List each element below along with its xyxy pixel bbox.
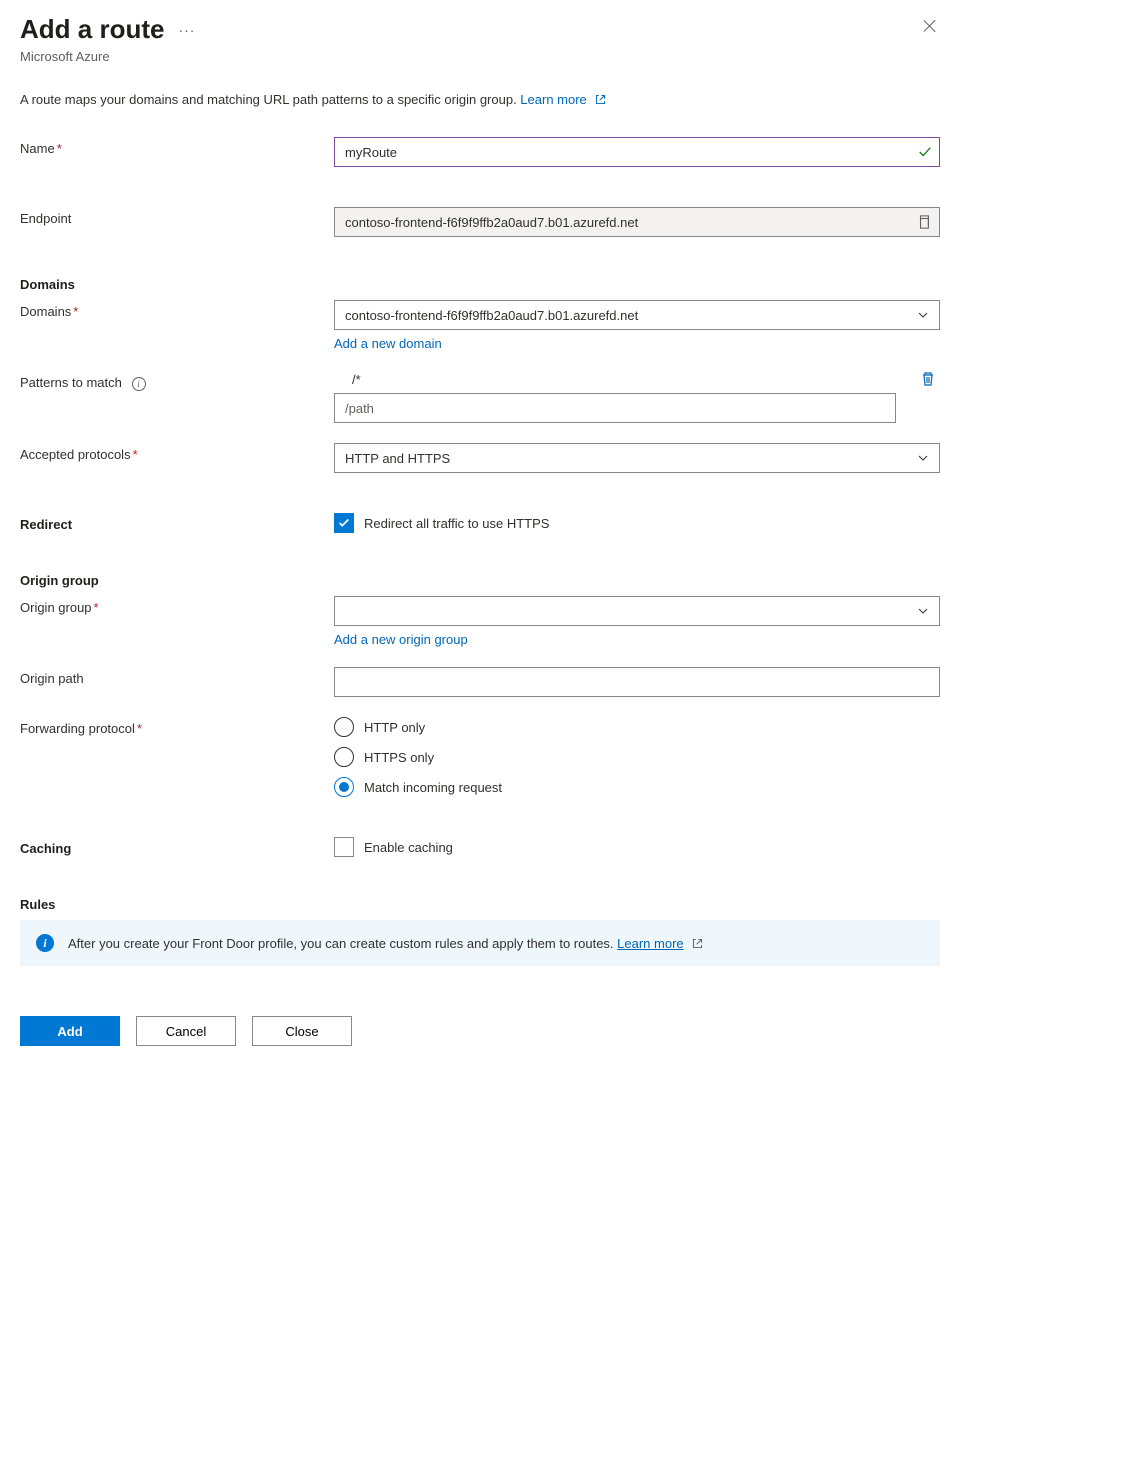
origin-section-title: Origin group xyxy=(20,573,940,588)
protocols-row: Accepted protocols* HTTP and HTTPS xyxy=(20,443,940,473)
chevron-down-icon xyxy=(917,452,929,464)
name-input[interactable] xyxy=(334,137,940,167)
panel-header: Add a route ··· Microsoft Azure xyxy=(20,14,940,64)
origin-path-label: Origin path xyxy=(20,671,84,686)
delete-icon[interactable] xyxy=(920,371,936,387)
endpoint-field: contoso-frontend-f6f9f9ffb2a0aud7.b01.az… xyxy=(334,207,940,237)
patterns-label: Patterns to match xyxy=(20,375,122,390)
learn-more-link[interactable]: Learn more xyxy=(520,92,607,107)
radio-icon xyxy=(334,777,354,797)
protocols-label: Accepted protocols xyxy=(20,447,131,462)
info-icon[interactable]: i xyxy=(132,377,146,391)
forwarding-radio-http[interactable]: HTTP only xyxy=(334,717,940,737)
redirect-https-checkbox[interactable] xyxy=(334,513,354,533)
radio-icon xyxy=(334,747,354,767)
chevron-down-icon xyxy=(917,309,929,321)
endpoint-label: Endpoint xyxy=(20,211,71,226)
external-link-icon xyxy=(594,93,607,106)
footer: Add Cancel Close xyxy=(20,1016,940,1066)
rules-section-title: Rules xyxy=(20,897,940,912)
caching-row: Caching Enable caching xyxy=(20,837,940,857)
name-row: Name* xyxy=(20,137,940,167)
forwarding-radio-match[interactable]: Match incoming request xyxy=(334,777,940,797)
redirect-row: Redirect Redirect all traffic to use HTT… xyxy=(20,513,940,533)
panel-subtitle: Microsoft Azure xyxy=(20,49,940,64)
domains-row: Domains* contoso-frontend-f6f9f9ffb2a0au… xyxy=(20,300,940,351)
origin-path-input[interactable] xyxy=(334,667,940,697)
origin-group-row: Origin group* Add a new origin group xyxy=(20,596,940,647)
patterns-row: Patterns to match i /* xyxy=(20,371,940,423)
add-origin-group-link[interactable]: Add a new origin group xyxy=(334,632,940,647)
origin-path-row: Origin path xyxy=(20,667,940,697)
caching-section-title: Caching xyxy=(20,841,71,856)
rules-learn-more-link[interactable]: Learn more xyxy=(617,936,683,951)
add-domain-link[interactable]: Add a new domain xyxy=(334,336,940,351)
info-badge-icon: i xyxy=(36,934,54,952)
intro-text: A route maps your domains and matching U… xyxy=(20,92,940,107)
add-button[interactable]: Add xyxy=(20,1016,120,1046)
protocols-select[interactable]: HTTP and HTTPS xyxy=(334,443,940,473)
cancel-button[interactable]: Cancel xyxy=(136,1016,236,1046)
caching-checkbox-label: Enable caching xyxy=(364,840,453,855)
forwarding-radio-https[interactable]: HTTPS only xyxy=(334,747,940,767)
more-actions-icon[interactable]: ··· xyxy=(178,22,195,38)
checkmark-icon xyxy=(918,145,932,159)
close-button[interactable]: Close xyxy=(252,1016,352,1046)
redirect-section-title: Redirect xyxy=(20,517,72,532)
domains-select[interactable]: contoso-frontend-f6f9f9ffb2a0aud7.b01.az… xyxy=(334,300,940,330)
forwarding-row: Forwarding protocol* HTTP only HTTPS onl… xyxy=(20,717,940,797)
redirect-checkbox-label: Redirect all traffic to use HTTPS xyxy=(364,516,549,531)
endpoint-row: Endpoint contoso-frontend-f6f9f9ffb2a0au… xyxy=(20,207,940,237)
pattern-item: /* xyxy=(334,371,940,387)
chevron-down-icon xyxy=(917,605,929,617)
rules-info-banner: i After you create your Front Door profi… xyxy=(20,920,940,966)
copy-icon[interactable] xyxy=(917,215,931,229)
close-icon[interactable] xyxy=(922,18,938,34)
forwarding-label: Forwarding protocol xyxy=(20,721,135,736)
origin-group-select[interactable] xyxy=(334,596,940,626)
radio-icon xyxy=(334,717,354,737)
panel-title: Add a route xyxy=(20,14,164,45)
domains-section-title: Domains xyxy=(20,277,940,292)
external-link-icon xyxy=(691,937,704,950)
enable-caching-checkbox[interactable] xyxy=(334,837,354,857)
name-label: Name xyxy=(20,141,55,156)
origin-group-label: Origin group xyxy=(20,600,92,615)
pattern-input[interactable] xyxy=(334,393,896,423)
domains-label: Domains xyxy=(20,304,71,319)
